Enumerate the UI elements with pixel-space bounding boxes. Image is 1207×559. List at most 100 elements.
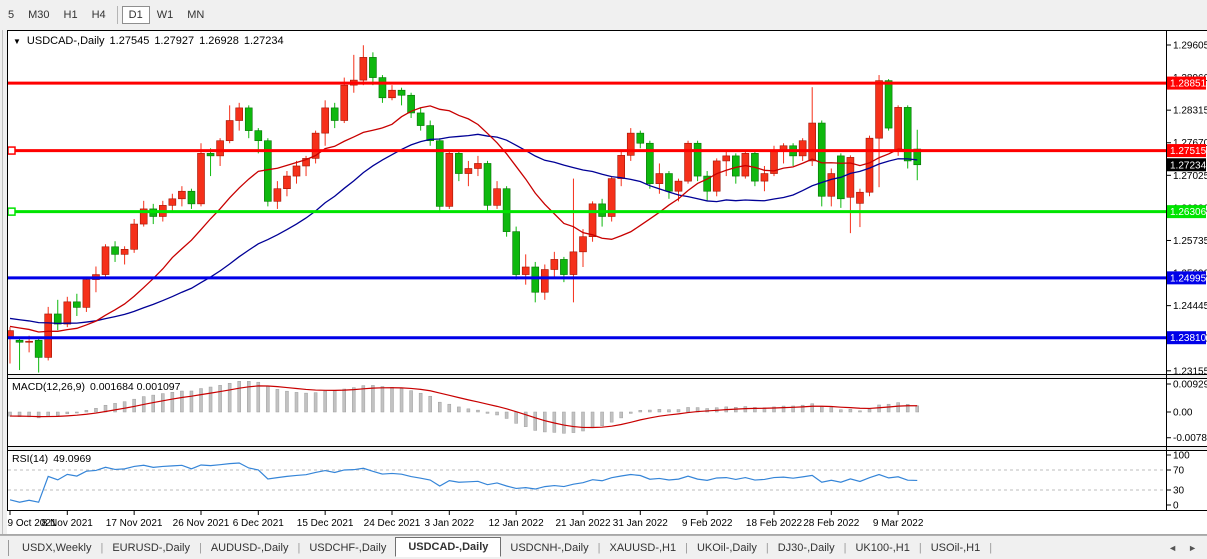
macd-histogram-bar [419,393,422,412]
macd-histogram-bar [47,412,50,416]
candle-body [398,90,405,95]
macd-histogram-bar [209,387,212,412]
rsi-name: RSI(14) [12,453,48,465]
candle-body [188,191,195,204]
tab-usdcad-daily[interactable]: USDCAD-,Daily [395,537,501,557]
candle-body [26,341,33,342]
rsi-axis-tick-label: 100 [1173,451,1190,462]
window-left-edge [0,30,7,534]
macd-histogram-bar [486,412,489,413]
tab-dj30-daily[interactable]: DJ30-,Daily [769,542,844,554]
macd-histogram-bar [830,408,833,412]
macd-histogram-bar [152,395,155,412]
macd-histogram-bar [266,386,269,412]
candle-body [713,161,720,191]
macd-histogram-bar [811,404,814,412]
line-anchor-handle[interactable] [8,147,15,154]
candle-body [885,81,892,128]
macd-histogram-bar [314,393,317,412]
price-chart[interactable]: 1.296051.289601.283151.276701.270251.263… [0,0,1207,559]
macd-histogram-bar [677,410,680,412]
macd-histogram-bar [916,406,919,412]
candle-body [818,123,825,196]
tab-usdcnh-daily[interactable]: USDCNH-,Daily [501,542,597,554]
date-label: 21 Jan 2022 [555,518,610,529]
macd-histogram-bar [639,410,642,412]
macd-histogram-bar [295,392,298,412]
candle-body [474,163,481,168]
candle-body [723,156,730,161]
macd-histogram-bar [667,410,670,412]
candle-body [389,90,396,98]
candle-body [322,108,329,133]
macd-histogram-bar [849,409,852,412]
candle-body [236,108,243,121]
ohlc-close: 1.27234 [244,35,284,47]
macd-histogram-bar [658,409,661,412]
candle-body [207,153,214,156]
candle-body [618,155,625,178]
price-level-badge: 1.26306 [1170,207,1207,218]
tab-usoil-h1[interactable]: USOil-,H1 [922,542,990,554]
candle-body [255,131,262,141]
tab-ukoil-daily[interactable]: UKOil-,Daily [688,542,766,554]
rsi-value: 49.0969 [53,453,91,465]
macd-histogram-bar [820,406,823,412]
macd-histogram-bar [305,393,308,412]
ohlc-high: 1.27927 [154,35,194,47]
candle-body [112,247,119,255]
candle-body [121,249,128,254]
price-axis[interactable]: 1.296051.289601.283151.276701.270251.263… [1166,41,1207,512]
tab-eurusd-daily[interactable]: EURUSD-,Daily [103,542,199,554]
candle-body [484,163,491,205]
rsi-axis-tick-label: 0 [1173,501,1179,512]
candle-body [856,192,863,203]
current-price-badge: 1.27234 [1170,160,1207,171]
date-label: 26 Nov 2021 [173,518,230,529]
tab-usdchf-daily[interactable]: USDCHF-,Daily [300,542,395,554]
macd-histogram-bar [515,412,518,423]
macd-histogram-bar [467,409,470,412]
macd-histogram-bar [610,412,613,422]
macd-histogram-bar [66,412,69,414]
macd-histogram-bar [114,403,117,412]
candle-body [293,166,300,176]
mt4-workspace: 5M30H1H4D1W1MN 1.296051.289601.283151.27… [0,0,1207,559]
tab-scroll-right-icon[interactable]: ► [1188,543,1197,553]
macd-histogram-bar [371,385,374,412]
tab-audusd-daily[interactable]: AUDUSD-,Daily [202,542,298,554]
tab-xauusd-h1[interactable]: XAUUSD-,H1 [600,542,685,554]
date-label: 15 Dec 2021 [297,518,354,529]
candle-body [64,302,71,324]
macd-histogram-bar [171,392,174,412]
tab-scroll-left-icon[interactable]: ◄ [1168,543,1177,553]
candle-body [637,133,644,143]
candle-body [895,107,902,150]
price-level-badge: 1.23810 [1170,333,1207,344]
macd-histogram-bar [190,391,193,412]
macd-histogram-bar [878,405,881,412]
date-label: 18 Feb 2022 [746,518,803,529]
candle-body [83,280,90,308]
macd-histogram-bar [476,410,479,412]
macd-histogram-bar [591,412,594,428]
ohlc-low: 1.26928 [199,35,239,47]
candle-body [494,189,501,206]
candle-body [16,340,23,342]
macd-histogram-bar [534,412,537,430]
macd-axis-tick-label: -0.00780 [1173,433,1207,444]
candle-body [551,259,558,269]
price-level-badge: 1.27515 [1170,146,1207,157]
line-anchor-handle[interactable] [8,208,15,215]
candle-body [532,267,539,292]
tab-usdx-weekly[interactable]: USDX,Weekly [13,542,100,554]
candle-body [274,189,281,202]
candle-body [675,181,682,191]
chart-background [7,30,1207,534]
macd-histogram-bar [629,412,632,413]
macd-histogram-bar [448,404,451,412]
price-axis-tick-label: 1.29605 [1173,41,1207,52]
macd-histogram-bar [505,412,508,418]
tab-uk100-h1[interactable]: UK100-,H1 [846,542,918,554]
macd-histogram-bar [572,412,575,433]
